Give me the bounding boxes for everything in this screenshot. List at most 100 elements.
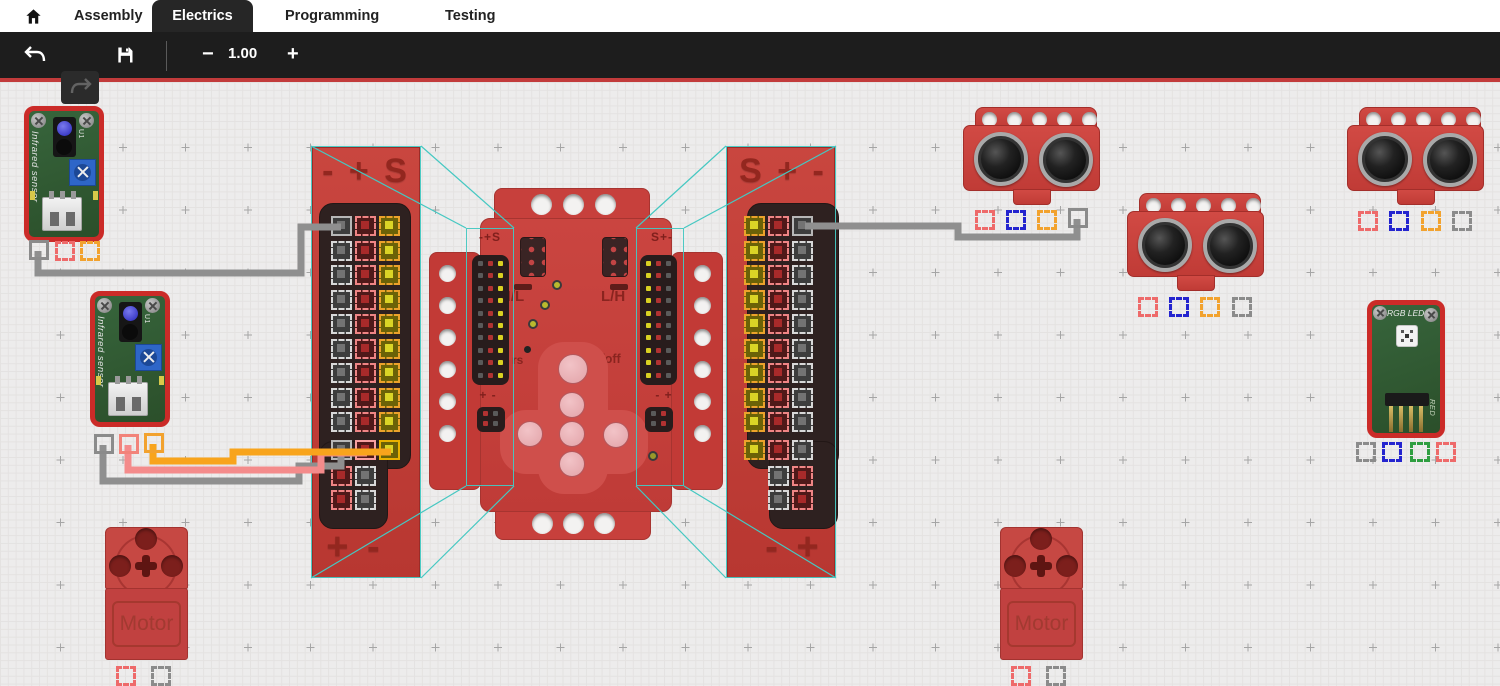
rgb-led-board[interactable]: RGB LED RED — [1367, 300, 1445, 438]
connector-block[interactable] — [520, 237, 546, 277]
pin-header[interactable] — [1385, 393, 1429, 406]
mount-hole — [694, 297, 711, 314]
connection-pad-gray[interactable] — [1068, 208, 1088, 228]
mount-hole — [594, 513, 615, 534]
connection-pad-blue[interactable] — [1389, 211, 1409, 231]
transducer — [974, 132, 1028, 186]
connection-pad-gray[interactable] — [1452, 211, 1472, 231]
connection-pad-red[interactable] — [1011, 666, 1031, 686]
undo-icon[interactable] — [23, 45, 47, 65]
ir-sensor-label: Infrared sensor — [95, 316, 106, 418]
dpad-up-button[interactable] — [559, 392, 585, 418]
connector-block[interactable] — [602, 237, 628, 277]
ultrasonic-sensor-2[interactable] — [1127, 193, 1264, 291]
tab-electrics[interactable]: Electrics — [152, 0, 253, 32]
transducer — [1138, 218, 1192, 272]
connection-pad-red[interactable] — [1436, 442, 1456, 462]
motor-2[interactable]: Motor — [1000, 527, 1083, 660]
status-led — [540, 300, 550, 310]
hub-hole — [135, 528, 157, 550]
hub-hole — [109, 555, 131, 577]
save-icon[interactable] — [115, 45, 135, 65]
dpad-down-button[interactable] — [559, 451, 585, 477]
mount-hole — [439, 393, 456, 410]
connection-pad-red[interactable] — [1358, 211, 1378, 231]
mount-hole — [532, 513, 553, 534]
home-icon[interactable] — [24, 7, 43, 26]
connection-pad-pink[interactable] — [119, 434, 139, 454]
pin — [60, 191, 65, 199]
connection-pad-gray[interactable] — [29, 240, 49, 260]
pin — [49, 191, 54, 199]
mount-hole — [694, 265, 711, 282]
motor-1[interactable]: Motor — [105, 527, 188, 660]
led-chip — [1396, 325, 1418, 347]
connection-pad-gray[interactable] — [1046, 666, 1066, 686]
selection-rect-left-port — [466, 228, 514, 486]
tab-testing[interactable]: Testing — [445, 8, 495, 24]
connection-pad-gray[interactable] — [1356, 442, 1376, 462]
pin — [137, 376, 142, 384]
zoom-level: 1.00 — [228, 45, 272, 62]
connection-pad-orange[interactable] — [1421, 211, 1441, 231]
rgb-led-label: RGB LED — [1387, 308, 1427, 318]
connection-pad-green[interactable] — [1410, 442, 1430, 462]
connection-pad-red[interactable] — [1138, 297, 1158, 317]
dpad-left-button[interactable] — [517, 421, 543, 447]
electrics-editor: Assembly Electrics Programming Testing −… — [0, 0, 1500, 686]
ir-sensor-label: Infrared sensor — [29, 131, 40, 233]
connection-pad-red[interactable] — [975, 210, 995, 230]
ir-receiver-module — [119, 302, 142, 342]
socket-slot — [66, 212, 75, 226]
axle-socket — [1030, 555, 1052, 577]
infrared-sensor-1[interactable]: Infrared sensor U1 — [24, 106, 104, 242]
connection-pad-red[interactable] — [55, 241, 75, 261]
connection-pad-red[interactable] — [116, 666, 136, 686]
connection-pad-orange[interactable] — [144, 433, 164, 453]
reset-button[interactable] — [524, 346, 531, 353]
connection-pad-blue[interactable] — [1006, 210, 1026, 230]
transducer — [1039, 133, 1093, 187]
power-button[interactable] — [558, 354, 588, 384]
connection-pad-orange[interactable] — [1037, 210, 1057, 230]
lh-switch-label: L/H — [601, 288, 641, 305]
ir-lens — [57, 121, 72, 136]
transducer — [1423, 133, 1477, 187]
connection-pad-blue[interactable] — [1382, 442, 1402, 462]
dpad-center-button[interactable] — [559, 421, 585, 447]
redo-icon[interactable] — [69, 77, 93, 97]
solder-pad — [93, 191, 98, 200]
mount-hole — [595, 194, 616, 215]
connection-pad-gray[interactable] — [1232, 297, 1252, 317]
connector-socket[interactable] — [108, 382, 148, 416]
tab-programming[interactable]: Programming — [285, 8, 379, 24]
ultrasonic-sensor-1[interactable] — [963, 107, 1100, 205]
connection-pad-orange[interactable] — [1200, 297, 1220, 317]
potentiometer[interactable] — [135, 344, 162, 371]
ir-dark-lens — [56, 139, 72, 155]
connection-pad-orange[interactable] — [80, 241, 100, 261]
ultrasonic-sensor-3[interactable] — [1347, 107, 1484, 205]
zoom-in-button[interactable]: + — [287, 43, 299, 66]
connection-pad-gray[interactable] — [94, 434, 114, 454]
zoom-out-button[interactable]: − — [202, 43, 214, 66]
dpad-right-button[interactable] — [603, 422, 629, 448]
connection-pad-gray[interactable] — [151, 666, 171, 686]
potentiometer[interactable] — [69, 159, 96, 186]
selection-rect-right-strip — [726, 146, 836, 578]
top-navbar: Assembly Electrics Programming Testing — [0, 0, 1500, 32]
connection-pad-blue[interactable] — [1169, 297, 1189, 317]
status-led — [528, 319, 538, 329]
board-side-label: RED — [1428, 399, 1437, 431]
infrared-sensor-2[interactable]: Infrared sensor U1 — [90, 291, 170, 427]
pot-screw — [74, 164, 91, 181]
tab-assembly[interactable]: Assembly — [74, 8, 143, 24]
chip-label: U1 — [143, 314, 150, 334]
solder-pad — [96, 376, 101, 385]
transducer — [1358, 132, 1412, 186]
mount-hole — [531, 194, 552, 215]
foot-tab — [1177, 275, 1215, 291]
connector-socket[interactable] — [42, 197, 82, 231]
header-pin — [1419, 406, 1423, 432]
motor-label: Motor — [1005, 612, 1078, 636]
